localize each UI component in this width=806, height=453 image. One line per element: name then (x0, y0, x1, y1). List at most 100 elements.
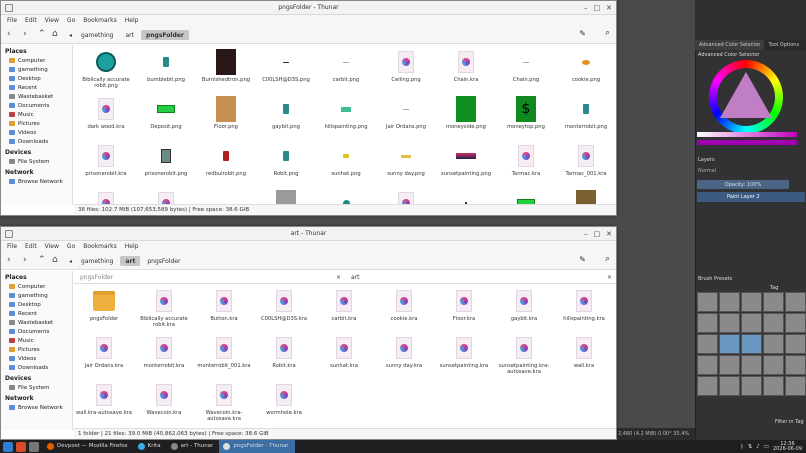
file-item[interactable]: gaybit.png (256, 96, 316, 143)
file-item[interactable]: Floor.png (196, 96, 256, 143)
app-menu-icon[interactable] (3, 441, 13, 452)
file-item[interactable]: sunny day.png (376, 143, 436, 190)
file-item[interactable]: sunsetpainting.kra-autosave.kra (494, 335, 554, 382)
network-icon[interactable]: ⇅ (748, 444, 753, 450)
file-item[interactable]: pngsFolder (74, 288, 134, 335)
sidebar-item-file-system[interactable]: File System (1, 383, 72, 392)
menu-go[interactable]: Go (67, 241, 75, 252)
brush-preset[interactable] (785, 292, 806, 312)
brush-tag-select[interactable]: Tag (770, 285, 778, 291)
brush-preset[interactable] (741, 292, 762, 312)
file-item[interactable]: sunhat.png (316, 143, 376, 190)
file-item[interactable]: Tarmac.kra (496, 143, 556, 190)
minimize-icon[interactable]: – (584, 227, 588, 241)
file-item[interactable] (196, 190, 256, 205)
file-item[interactable]: dark wood.kra (76, 96, 136, 143)
brush-preset[interactable] (697, 334, 718, 354)
brush-preset[interactable] (719, 376, 740, 396)
battery-icon[interactable]: ▭ (764, 444, 769, 450)
file-item[interactable]: monterrobit.png (556, 96, 616, 143)
task-firefox[interactable]: Devpost — Mozilla Firefox (43, 440, 134, 453)
forward-icon[interactable]: › (23, 255, 27, 266)
crumb-gamething[interactable]: gamething (76, 256, 118, 266)
blend-mode-select[interactable]: Normal (698, 168, 716, 174)
up-icon[interactable]: ⌃ (38, 29, 46, 40)
brush-preset[interactable] (741, 334, 762, 354)
maximize-icon[interactable]: □ (594, 1, 601, 15)
launcher-icon[interactable] (29, 441, 39, 452)
file-item[interactable]: sunhat.kra (314, 335, 374, 382)
sidebar-item-browse-network[interactable]: Browse Network (1, 177, 72, 186)
file-item[interactable]: Robit.kra (254, 335, 314, 382)
menu-bookmarks[interactable]: Bookmarks (83, 241, 117, 252)
file-item[interactable]: $ moneytop.png (496, 96, 556, 143)
file-item[interactable]: Floor.kra (434, 288, 494, 335)
sidebar-item-desktop[interactable]: Desktop (1, 74, 72, 83)
sidebar-item-gamething[interactable]: gamething (1, 65, 72, 74)
file-item[interactable]: Chain.png (496, 49, 556, 96)
crumb-left-arrow-icon[interactable]: ◂ (67, 258, 74, 265)
menu-view[interactable]: View (45, 241, 59, 252)
file-item[interactable]: Biblically accurate robit.kra (134, 288, 194, 335)
menu-bookmarks[interactable]: Bookmarks (83, 15, 117, 26)
split-pane-right-tab[interactable]: art ✕ (345, 272, 616, 284)
file-item[interactable]: redbulrobit.png (196, 143, 256, 190)
clock[interactable]: 12:36 2026-06-09 (773, 441, 802, 452)
search-icon[interactable]: ⌕ (605, 28, 610, 38)
sidebar-item-downloads[interactable]: Downloads (1, 137, 72, 146)
file-item[interactable]: bumblebit.png (136, 49, 196, 96)
search-icon[interactable]: ⌕ (605, 254, 610, 264)
file-item[interactable]: Jair Ordans.kra (74, 335, 134, 382)
close-icon[interactable]: ✕ (606, 227, 612, 241)
sidebar-item-music[interactable]: Music (1, 336, 72, 345)
brush-preset[interactable] (763, 376, 784, 396)
home-icon[interactable]: ⌂ (52, 29, 58, 40)
brush-preset[interactable] (741, 355, 762, 375)
launcher-icon[interactable] (16, 441, 26, 452)
close-pane-icon[interactable]: ✕ (336, 272, 341, 284)
file-item[interactable]: C00LSH@D3S.png (256, 49, 316, 96)
sidebar-item-pictures[interactable]: Pictures (1, 345, 72, 354)
split-pane-left-tab[interactable]: pngsFolder ✕ (74, 272, 345, 284)
up-icon[interactable]: ⌃ (38, 255, 46, 266)
menu-go[interactable]: Go (67, 15, 75, 26)
brush-preset[interactable] (719, 292, 740, 312)
crumb-left-arrow-icon[interactable]: ◂ (67, 32, 74, 39)
file-item[interactable]: sunny day.kra (374, 335, 434, 382)
file-item[interactable]: prisonerobit.png (136, 143, 196, 190)
color-triangle[interactable] (720, 72, 772, 118)
file-item[interactable] (76, 190, 136, 205)
file-item[interactable]: monterrobit_001.kra (194, 335, 254, 382)
sidebar-item-music[interactable]: Music (1, 110, 72, 119)
file-item[interactable]: Wavecoin.kra-autosave.kra (194, 382, 254, 429)
back-icon[interactable]: ‹ (7, 255, 11, 266)
home-icon[interactable]: ⌂ (52, 255, 58, 266)
minimize-icon[interactable]: – (584, 1, 588, 15)
file-item[interactable]: Chain.kra (436, 49, 496, 96)
sidebar-item-downloads[interactable]: Downloads (1, 363, 72, 372)
sidebar-item-file-system[interactable]: File System (1, 157, 72, 166)
file-item[interactable] (256, 190, 316, 205)
file-item[interactable] (316, 190, 376, 205)
brush-preset[interactable] (697, 313, 718, 333)
brush-preset[interactable] (785, 334, 806, 354)
brush-preset[interactable] (719, 355, 740, 375)
sidebar-item-recent[interactable]: Recent (1, 83, 72, 92)
file-item[interactable]: monterrobit.kra (134, 335, 194, 382)
menu-file[interactable]: File (7, 15, 17, 26)
file-item[interactable]: cookie.png (556, 49, 616, 96)
file-item[interactable]: Burnishedtron.png (196, 49, 256, 96)
sidebar-item-desktop[interactable]: Desktop (1, 300, 72, 309)
layer-paint-layer-2[interactable]: Paint Layer 2 (697, 192, 805, 202)
crumb-pngsfolder[interactable]: pngsFolder (142, 256, 185, 266)
file-item[interactable]: sunsetpainting.png (436, 143, 496, 190)
file-item[interactable]: carbit.kra (314, 288, 374, 335)
file-item[interactable]: Robit.png (256, 143, 316, 190)
bluetooth-icon[interactable]: ᛒ (740, 444, 743, 450)
crumb-gamething[interactable]: gamething (76, 30, 118, 40)
sidebar-item-wastebasket[interactable]: Wastebasket (1, 318, 72, 327)
sidebar-item-browse-network[interactable]: Browse Network (1, 403, 72, 412)
file-item[interactable] (376, 190, 436, 205)
brush-preset[interactable] (763, 292, 784, 312)
task-art-thunar[interactable]: art - Thunar (167, 440, 220, 453)
